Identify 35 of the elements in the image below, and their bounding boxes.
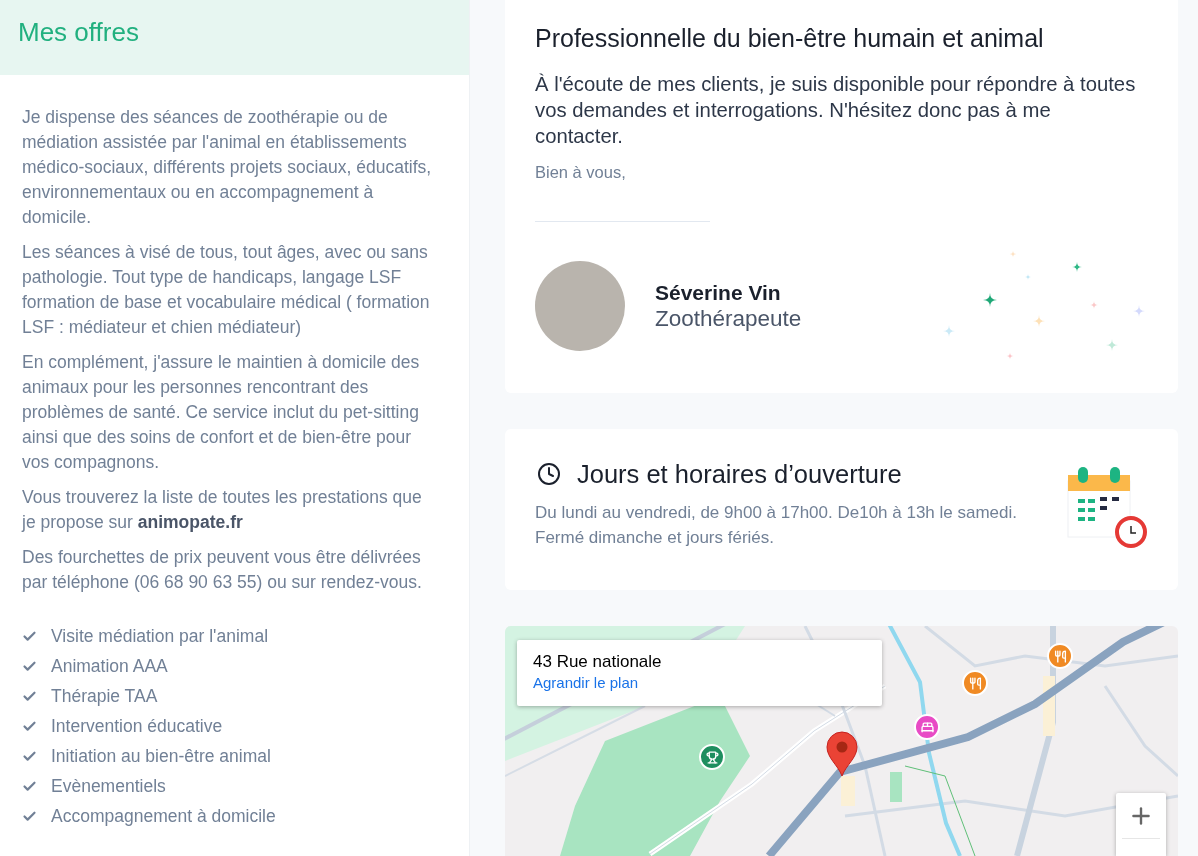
place-address: 43 Rue nationale — [533, 651, 662, 673]
enlarge-map-link[interactable]: Agrandir le plan — [533, 673, 639, 693]
sparkle-icon — [1106, 339, 1118, 351]
service-item: Evènementiels — [51, 774, 166, 798]
sparkle-icon — [1072, 262, 1082, 272]
service-item: Visite médiation par l'animal — [51, 624, 268, 648]
sparkle-icon — [1033, 315, 1045, 327]
person-name: Séverine Vin — [655, 279, 782, 306]
offer-paragraph: Les séances à visé de tous, tout âges, avec ou sans pathologie. Tout type de handicaps, langage LSF formation de base et vocabulaire médical ( formation LSF : médiateur et chien médiateur) — [22, 241, 431, 339]
card-title: Jours et horaires d’ouverture — [577, 459, 902, 490]
section-title: Mes offres — [18, 16, 140, 49]
card-title: Professionnelle du bien-être humain et animal — [535, 23, 1045, 54]
service-item: Animation AAA — [51, 654, 168, 678]
intro-message: À l'écoute de mes clients, je suis disponible pour répondre à toutes vos demandes et interrogations. N'hésitez donc pas à me contacter. — [535, 72, 1137, 149]
sparkle-icon — [1009, 250, 1017, 258]
sparkle-icon — [1133, 305, 1145, 317]
sparkle-icon — [1006, 352, 1014, 360]
sparkle-icon — [1090, 301, 1098, 309]
service-item: Intervention éducative — [51, 714, 223, 738]
person-role: Zoothérapeute — [655, 305, 802, 332]
offer-paragraph: Je dispense des séances de zoothérapie ou de médiation assistée par l'animal en établissements médico-sociaux, différents projets sociaux, éducatifs, environnementaux ou en accompagnement à domicile. — [22, 106, 433, 229]
closing-text: Bien à vous, — [535, 162, 627, 183]
offer-paragraph: En complément, j'assure le maintien à domicile des animaux pour les personnes rencontrant des problèmes de santé. Ce service inclut du pet-sitting ainsi que des soins de confort et de bien-être pour vos compagnons. — [22, 351, 421, 474]
clock-icon — [537, 462, 561, 486]
calendar-clock-icon — [1066, 465, 1150, 551]
sparkle-icon — [943, 325, 955, 337]
sparkle-icon — [983, 293, 997, 307]
service-item: Initiation au bien-être animal — [51, 744, 271, 768]
map-pin-icon — [826, 731, 858, 777]
hours-text: Du lundi au vendredi, de 9h00 à 17h00. De10h à 13h le samedi. Fermé dimanche et jours fériés. — [535, 502, 1019, 549]
offer-paragraph: Vous trouverez la liste de toutes les prestations que je propose sur animopate.fr — [22, 486, 423, 534]
service-item: Thérapie TAA — [51, 684, 158, 708]
service-item: Accompagnement à domicile — [51, 804, 276, 828]
sparkle-icon — [1025, 274, 1031, 280]
offer-paragraph: Des fourchettes de prix peuvent vous être délivrées par téléphone (06 68 90 63 55) ou sur rendez-vous. — [22, 546, 423, 594]
